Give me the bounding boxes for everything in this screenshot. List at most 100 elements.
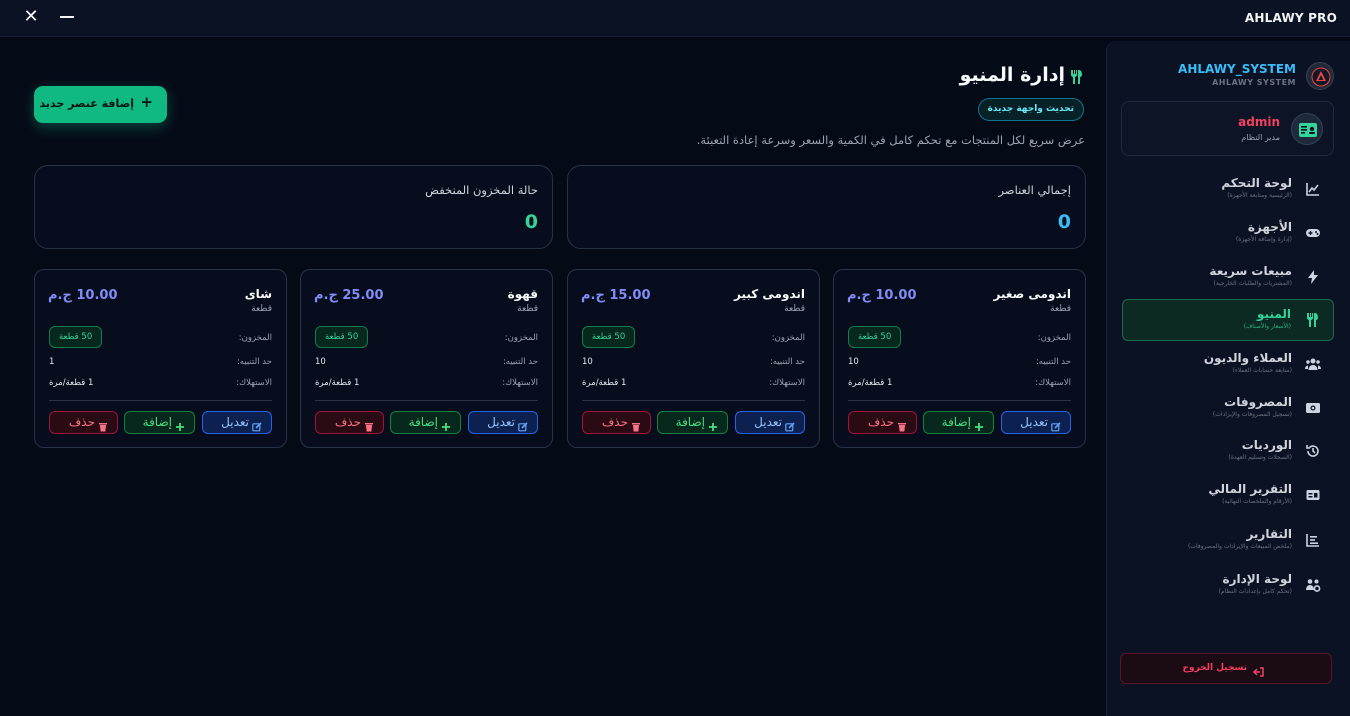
stock-badge: 50 قطعة [848, 326, 902, 348]
sidebar-item-subtitle: (السجلات وتسليم العهدة) [1228, 454, 1292, 461]
item-price: 10.00 ج.م [847, 288, 917, 303]
add-label: إضافة [408, 415, 438, 429]
item-unit: قطعة [251, 304, 272, 314]
plus-icon [441, 418, 451, 439]
stock-label: المخزون: [504, 333, 538, 343]
sidebar-item-users[interactable]: العملاء والديون (متابعة حسابات العملاء) [1122, 344, 1334, 386]
add-stock-button[interactable]: إضافة [923, 411, 994, 434]
sidebar-item-label: لوحة الإدارة [1222, 572, 1292, 586]
stock-badge: 50 قطعة [49, 326, 103, 348]
divider [848, 400, 1071, 401]
item-price: 10.00 ج.م [48, 288, 118, 303]
sidebar-item-label: العملاء والديون [1203, 351, 1292, 365]
stat-value: 0 [524, 211, 538, 233]
sidebar-item-subtitle: (تسجيل المصروفات والإيرادات) [1212, 411, 1292, 418]
close-window-icon[interactable]: ✕ [22, 8, 40, 26]
consumption-value: 1 قطعة/مرة [315, 378, 360, 388]
sidebar-item-money[interactable]: المصروفات (تسجيل المصروفات والإيرادات) [1122, 388, 1334, 430]
sidebar-item-label: المصروفات [1224, 395, 1292, 409]
app-title: AHLAWY PRO [1244, 11, 1337, 25]
edit-button[interactable]: تعديل [202, 411, 272, 434]
plus-icon [708, 418, 718, 439]
sidebar-item-bolt[interactable]: مبيعات سريعة (المشتريات والطلبات الخارجية… [1122, 257, 1334, 299]
stock-label: المخزون: [238, 333, 272, 343]
add-label: إضافة [142, 415, 172, 429]
delete-label: حذف [68, 415, 95, 429]
user-card: admin مدير النظام [1121, 101, 1334, 156]
delete-button[interactable]: حذف [848, 411, 917, 434]
menu-item-card: شاى قطعة 10.00 ج.م المخزون: 50 قطعة حد التنبي… [34, 269, 287, 448]
id-card-icon [1291, 113, 1323, 145]
add-stock-button[interactable]: إضافة [390, 411, 461, 434]
edit-icon [252, 418, 262, 439]
menu-item-card: اندومى صغير قطعة 10.00 ج.م المخزون: 50 قطعة ح… [833, 269, 1086, 448]
history-icon [1305, 443, 1321, 459]
consumption-label: الاستهلاك: [1035, 378, 1071, 388]
stat-label: إجمالي العناصر [998, 183, 1071, 197]
stock-badge: 50 قطعة [582, 326, 636, 348]
add-item-button[interactable]: + إضافة عنصر جديد [34, 86, 167, 123]
sidebar-item-label: الورديات [1241, 438, 1292, 452]
item-unit: قطعة [1050, 304, 1071, 314]
sidebar-item-subtitle: (الرئيسية ومتابعة الأجهزة) [1227, 192, 1292, 199]
sidebar-item-gamepad[interactable]: الأجهزة (إدارة وإضافة الأجهزة) [1122, 213, 1334, 255]
sidebar-item-receipt[interactable]: التقرير المالي (الأرقام والملخصات النهائي… [1122, 475, 1334, 517]
edit-button[interactable]: تعديل [735, 411, 805, 434]
add-stock-button[interactable]: إضافة [657, 411, 728, 434]
edit-label: تعديل [221, 415, 249, 429]
stock-label: المخزون: [1037, 333, 1071, 343]
alert-label: حد التنبيه: [236, 357, 272, 367]
delete-button[interactable]: حذف [49, 411, 118, 434]
item-price: 15.00 ج.م [581, 288, 651, 303]
sidebar-item-chart-line[interactable]: لوحة التحكم (الرئيسية ومتابعة الأجهزة) [1122, 169, 1334, 211]
alert-value: 10 [848, 357, 859, 367]
add-label: إضافة [675, 415, 705, 429]
title-bar: ✕ AHLAWY PRO [0, 0, 1350, 37]
add-stock-button[interactable]: إضافة [124, 411, 195, 434]
sidebar-item-label: مبيعات سريعة [1209, 264, 1292, 278]
add-item-label: إضافة عنصر جديد [39, 97, 134, 110]
sidebar-item-subtitle: (الأرقام والملخصات النهائية) [1222, 498, 1292, 505]
item-name: قهوة [507, 287, 538, 301]
edit-button[interactable]: تعديل [1001, 411, 1071, 434]
sidebar: AHLAWY_SYSTEM AHLAWY SYSTEM admin مدير ا… [1106, 41, 1350, 716]
stat-card-total-items: إجمالي العناصر 0 [567, 165, 1086, 249]
sidebar-item-subtitle: (تحكم كامل بإعدادات النظام) [1218, 588, 1292, 595]
sidebar-item-subtitle: (المشتريات والطلبات الخارجية) [1213, 280, 1293, 287]
logout-button[interactable]: تسجيل الخروج [1120, 653, 1332, 684]
consumption-label: الاستهلاك: [236, 378, 272, 388]
delete-button[interactable]: حذف [582, 411, 651, 434]
consumption-label: الاستهلاك: [502, 378, 538, 388]
divider [315, 400, 538, 401]
stat-card-low-stock: حالة المخزون المنخفض 0 [34, 165, 553, 249]
edit-button[interactable]: تعديل [468, 411, 538, 434]
delete-label: حذف [601, 415, 628, 429]
delete-label: حذف [867, 415, 894, 429]
add-label: إضافة [941, 415, 971, 429]
update-badge: تحديث واجهة جديدة [977, 98, 1084, 121]
sidebar-item-history[interactable]: الورديات (السجلات وتسليم العهدة) [1122, 431, 1334, 473]
sidebar-item-subtitle: (متابعة حسابات العملاء) [1232, 367, 1292, 374]
minimize-window-icon[interactable] [58, 8, 76, 26]
edit-icon [518, 418, 528, 439]
consumption-label: الاستهلاك: [769, 378, 805, 388]
delete-label: حذف [334, 415, 361, 429]
sidebar-item-label: المنيو [1257, 307, 1291, 321]
edit-icon [1051, 418, 1061, 439]
alert-value: 10 [582, 357, 593, 367]
stat-label: حالة المخزون المنخفض [425, 183, 538, 197]
delete-button[interactable]: حذف [315, 411, 384, 434]
sidebar-item-utensils[interactable]: المنيو (الأسعار والأصناف) [1122, 299, 1334, 341]
alert-value: 10 [315, 357, 326, 367]
menu-item-card: اندومى كبير قطعة 15.00 ج.م المخزون: 50 قطعة ح… [567, 269, 820, 448]
item-unit: قطعة [784, 304, 805, 314]
trash-icon [364, 418, 374, 439]
consumption-value: 1 قطعة/مرة [848, 378, 893, 388]
page-title: إدارة المنيو [959, 64, 1065, 86]
sidebar-item-report[interactable]: التقارير (ملخص المبيعات والإيرادات والمصر… [1122, 520, 1334, 562]
edit-label: تعديل [1020, 415, 1048, 429]
stock-label: المخزون: [771, 333, 805, 343]
item-unit: قطعة [517, 304, 538, 314]
sidebar-item-users-cog[interactable]: لوحة الإدارة (تحكم كامل بإعدادات النظام) [1122, 565, 1334, 607]
receipt-icon [1305, 487, 1321, 503]
